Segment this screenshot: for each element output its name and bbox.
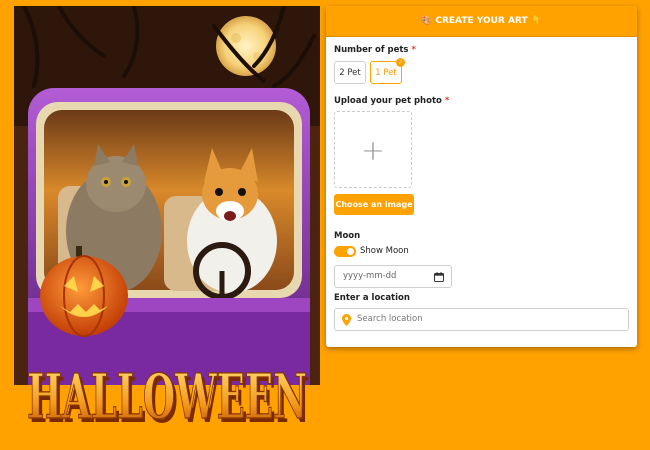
artwork-scene bbox=[14, 6, 320, 385]
required-mark: * bbox=[411, 45, 416, 55]
selected-check-icon: ✓ bbox=[396, 58, 405, 67]
panel-title: CREATE YOUR ART bbox=[435, 16, 528, 26]
location-pin-icon bbox=[342, 314, 351, 326]
plus-icon: + bbox=[361, 133, 385, 166]
location-placeholder: Search location bbox=[357, 314, 423, 324]
upload-label: Upload your pet photo * bbox=[334, 96, 450, 106]
date-placeholder: yyyy-mm-dd bbox=[343, 271, 397, 281]
location-label: Enter a location bbox=[334, 293, 410, 303]
date-input[interactable]: yyyy-mm-dd bbox=[334, 265, 452, 288]
required-mark: * bbox=[444, 96, 450, 106]
choose-image-button[interactable]: Choose an image bbox=[334, 194, 414, 215]
create-art-panel: 🎨 CREATE YOUR ART 👇 Number of pets * 2 Pe… bbox=[326, 6, 637, 347]
halloween-title-art: HALLOWEEN HALLOWEEN bbox=[26, 359, 310, 437]
show-moon-toggle[interactable] bbox=[334, 246, 356, 257]
calendar-icon[interactable] bbox=[434, 272, 444, 282]
svg-text:HALLOWEEN: HALLOWEEN bbox=[27, 360, 307, 433]
upload-dropzone[interactable]: + bbox=[334, 111, 412, 188]
location-search-input[interactable]: Search location bbox=[334, 308, 629, 331]
pets-label: Number of pets * bbox=[334, 45, 416, 55]
artwork-preview bbox=[14, 6, 320, 385]
panel-header: 🎨 CREATE YOUR ART 👇 bbox=[326, 6, 637, 37]
two-pet-option[interactable]: 2 Pet bbox=[334, 61, 366, 84]
palette-icon: 🎨 bbox=[421, 16, 433, 26]
moon-label: Moon bbox=[334, 231, 361, 241]
toggle-knob bbox=[347, 248, 354, 255]
pointing-down-icon: 👇 bbox=[530, 16, 542, 26]
show-moon-label: Show Moon bbox=[360, 246, 409, 256]
one-pet-option[interactable]: 1 Pet ✓ bbox=[370, 58, 405, 84]
